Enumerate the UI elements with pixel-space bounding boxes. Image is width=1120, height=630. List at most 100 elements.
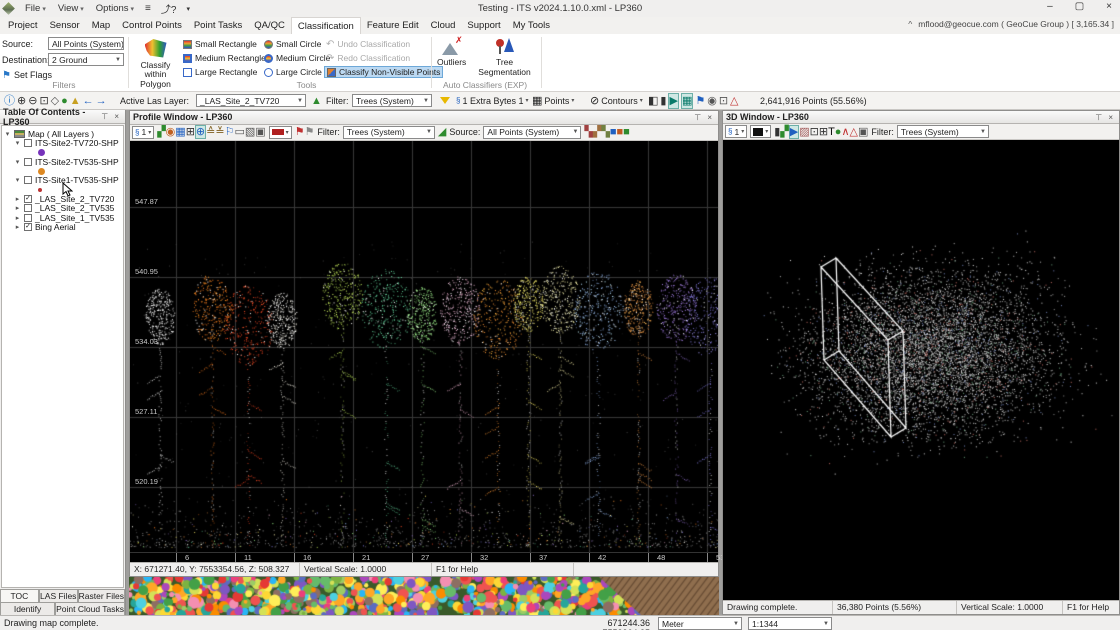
tool-large-rectangle[interactable]: Large Rectangle: [183, 66, 266, 78]
tab-project[interactable]: Project: [2, 17, 44, 34]
layer-checkbox[interactable]: [24, 176, 32, 185]
layer-checkbox[interactable]: [24, 139, 32, 148]
image-icon[interactable]: ▦: [680, 92, 694, 109]
toc-item-its-site2-tv720-shp[interactable]: ▾ ITS-Site2-TV720-SHP: [4, 138, 123, 148]
tab-control-points[interactable]: Control Points: [116, 17, 188, 34]
stamp-up-icon[interactable]: ≙: [206, 126, 215, 138]
funnel-icon[interactable]: [440, 97, 450, 104]
redo-classification-button[interactable]: ↷ Redo Classification: [324, 52, 443, 64]
pattern-icon[interactable]: ▨: [799, 126, 809, 138]
warning-icon[interactable]: △: [730, 94, 738, 108]
tag-icon[interactable]: ⚐: [225, 126, 235, 138]
quickaccess-chevron-icon[interactable]: ▾: [181, 5, 195, 13]
minimize-button[interactable]: –: [1043, 0, 1057, 13]
filter-select[interactable]: Trees (System) ▼: [352, 94, 432, 107]
threed-point-cloud-canvas[interactable]: [723, 139, 1119, 600]
destination-select[interactable]: 2 Ground ▼: [48, 53, 124, 66]
classify-source-icon[interactable]: ◢: [438, 125, 446, 139]
undo-classification-button[interactable]: ↶ Undo Classification: [324, 38, 443, 50]
tool-medium-rectangle[interactable]: Medium Rectangle: [183, 52, 266, 64]
panel-tab-las-files[interactable]: LAS Files: [38, 589, 78, 602]
axes-icon[interactable]: ∧: [841, 126, 849, 138]
file-menu[interactable]: File ▾: [19, 1, 52, 16]
points-dropdown[interactable]: ▦ Points ▾: [532, 93, 574, 108]
layer-checkbox[interactable]: [24, 213, 32, 222]
play-colored-icon[interactable]: ▶: [668, 92, 679, 109]
tab-cloud[interactable]: Cloud: [425, 17, 462, 34]
threed-filter-select[interactable]: Trees (System) ▼: [896, 125, 989, 139]
tab-support[interactable]: Support: [461, 17, 506, 34]
display-mode-select[interactable]: § 1 ▾: [132, 125, 155, 139]
tool-large-circle[interactable]: Large Circle: [264, 66, 330, 78]
pin-icon[interactable]: ⊤: [98, 112, 111, 121]
flag-icon[interactable]: ⚑: [695, 94, 705, 108]
feather-icon[interactable]: ▶: [788, 124, 800, 139]
zoom-window-icon[interactable]: ⊡: [810, 126, 819, 138]
scale-select[interactable]: 1:1344 ▼: [748, 617, 832, 630]
tool-medium-circle[interactable]: Medium Circle: [264, 52, 330, 64]
orbit-icon[interactable]: ◉: [166, 126, 176, 138]
box-dot-icon[interactable]: ⊡: [719, 94, 728, 108]
pin-icon[interactable]: ⊤: [691, 113, 704, 122]
split-grid-icon[interactable]: ⊞: [186, 126, 195, 138]
contrast-icon[interactable]: ◧: [648, 94, 658, 108]
class-green-icon[interactable]: ■: [623, 126, 630, 138]
toc-item--las-site-1-tv535[interactable]: ▸ _LAS_Site_1_TV535: [4, 213, 123, 223]
stamp-down-icon[interactable]: ≚: [215, 126, 224, 138]
profile-point-cloud-canvas[interactable]: [130, 140, 718, 552]
expand-icon[interactable]: ▾: [14, 139, 21, 147]
text-icon[interactable]: T: [828, 126, 835, 138]
green-points-icon[interactable]: ▞: [780, 126, 788, 138]
zoom-window-icon[interactable]: ⊡: [39, 94, 48, 108]
zoom-in-icon[interactable]: ⊕: [17, 94, 26, 108]
expand-icon[interactable]: ▾: [14, 158, 21, 166]
layer-checkbox[interactable]: [24, 157, 32, 166]
map-view-canvas[interactable]: [129, 577, 719, 615]
maximize-button[interactable]: ▢: [1071, 0, 1088, 13]
tab-map[interactable]: Map: [86, 17, 116, 34]
panel-tab-toc[interactable]: TOC: [0, 589, 39, 602]
profile-view[interactable]: 547.87 540.95 534.03 527.11 520.19: [130, 140, 718, 552]
outliers-button[interactable]: ✗ Outliers: [434, 35, 469, 78]
expand-icon[interactable]: ▸: [14, 195, 21, 203]
tree-segmentation-button[interactable]: Tree Segmentation: [475, 37, 533, 78]
tool-small-rectangle[interactable]: Small Rectangle: [183, 38, 266, 50]
expand-icon[interactable]: ▾: [4, 130, 11, 138]
view-menu[interactable]: View ▾: [52, 1, 90, 16]
classify-non-visible-points-button[interactable]: Classify Non-Visible Points: [324, 66, 444, 78]
red-flag-icon[interactable]: ⚑: [295, 126, 305, 138]
zoom-out-icon[interactable]: ⊖: [28, 94, 37, 108]
expand-icon[interactable]: ▸: [14, 204, 21, 212]
tab-point-tasks[interactable]: Point Tasks: [188, 17, 248, 34]
back-arrow-icon[interactable]: ←: [83, 94, 94, 108]
close-panel-icon[interactable]: ×: [704, 113, 715, 122]
layer-checkbox[interactable]: [24, 204, 32, 213]
measure3-icon[interactable]: ▚: [601, 126, 609, 138]
close-panel-icon[interactable]: ×: [1105, 113, 1116, 122]
image-icon[interactable]: ▧: [245, 126, 255, 138]
tab-classification[interactable]: Classification: [290, 17, 361, 34]
pin-icon[interactable]: ⊤: [1092, 113, 1105, 122]
panel-tab-raster-files[interactable]: Raster Files: [77, 589, 125, 602]
toc-item--las-site-2-tv535[interactable]: ▸ _LAS_Site_2_TV535: [4, 203, 123, 213]
close-panel-icon[interactable]: ×: [111, 112, 122, 121]
frame-icon[interactable]: ▭: [234, 126, 244, 138]
expand-icon[interactable]: ▸: [14, 223, 21, 231]
toc-item-map-all-layers-[interactable]: ▾ Map ( All Layers ): [4, 129, 123, 139]
export-profile-icon[interactable]: ▲: [70, 94, 81, 108]
triangle-icon[interactable]: △: [850, 126, 858, 138]
globe-icon[interactable]: ●: [61, 94, 68, 108]
unit-select[interactable]: Meter ▼: [658, 617, 742, 630]
copy-icon[interactable]: ▣: [255, 126, 265, 138]
profile-source-select[interactable]: All Points (System) ▼: [483, 125, 582, 139]
class-color-select[interactable]: ▾: [268, 125, 292, 139]
active-las-layer-select[interactable]: _LAS_Site_2_TV720 ▼: [196, 94, 306, 107]
tab-sensor[interactable]: Sensor: [44, 17, 86, 34]
gear-icon[interactable]: ◉: [707, 94, 717, 108]
close-button[interactable]: ×: [1102, 0, 1116, 13]
tab-feature-edit[interactable]: Feature Edit: [361, 17, 425, 34]
copy-icon[interactable]: ▣: [858, 126, 868, 138]
classify-within-polygon-button[interactable]: Classify within Polygon: [131, 37, 180, 89]
toc-item-its-site2-tv535-shp[interactable]: ▾ ITS-Site2-TV535-SHP: [4, 157, 123, 167]
layer-checkbox[interactable]: ✓: [24, 223, 32, 232]
